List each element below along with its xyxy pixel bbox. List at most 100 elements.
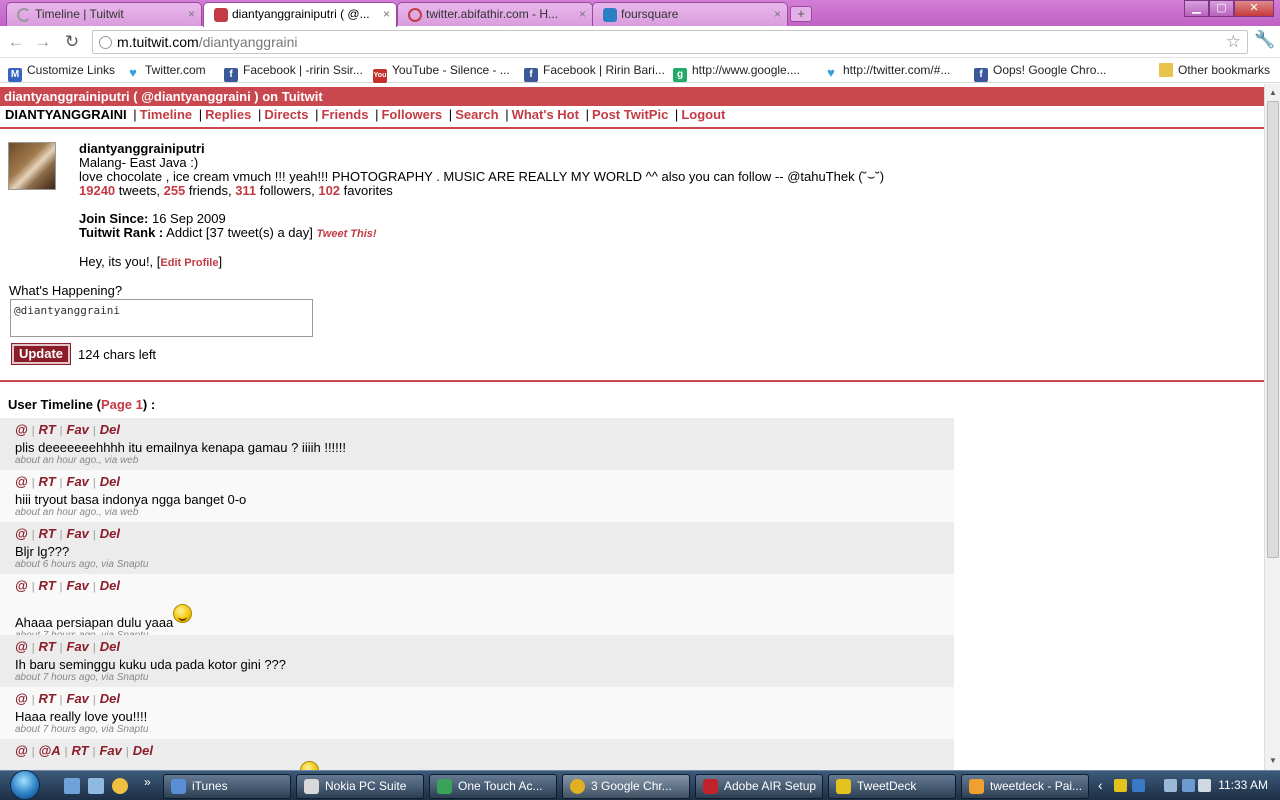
wrench-menu-icon[interactable]: 🔧 (1254, 30, 1275, 50)
scroll-down-arrow-icon[interactable]: ▼ (1265, 754, 1280, 768)
retweet-link[interactable]: RT (39, 578, 56, 593)
update-button[interactable]: Update (11, 343, 71, 365)
favorites-count[interactable]: 102 (318, 183, 340, 198)
nav-link-logout[interactable]: Logout (681, 107, 725, 122)
delete-link[interactable]: Del (133, 743, 153, 758)
page-info-icon[interactable] (99, 36, 112, 49)
favorite-link[interactable]: Fav (67, 474, 89, 489)
reload-icon[interactable]: ↻ (62, 32, 82, 52)
retweet-link[interactable]: RT (39, 474, 56, 489)
favorite-link[interactable]: Fav (67, 422, 89, 437)
nav-link-directs[interactable]: Directs (264, 107, 308, 122)
favorite-link[interactable]: Fav (67, 578, 89, 593)
delete-link[interactable]: Del (100, 691, 120, 706)
nav-link-search[interactable]: Search (455, 107, 498, 122)
scroll-up-arrow-icon[interactable]: ▲ (1265, 86, 1280, 100)
reply-all-link[interactable]: @A (39, 743, 61, 758)
explorer-icon[interactable] (88, 778, 104, 794)
edit-profile-link[interactable]: Edit Profile (160, 257, 218, 269)
browser-quicklaunch-icon[interactable] (112, 778, 128, 794)
followers-count[interactable]: 311 (235, 183, 256, 198)
close-window-button[interactable]: ✕ (1234, 0, 1274, 17)
bookmark-customize-links[interactable]: M Customize Links (8, 63, 115, 82)
maximize-button[interactable]: ▢ (1209, 0, 1234, 17)
scrollbar-thumb[interactable] (1267, 101, 1279, 558)
taskbar-item-paint[interactable]: tweetdeck - Pai... (961, 774, 1089, 799)
taskbar-item-tweetdeck[interactable]: TweetDeck (828, 774, 956, 799)
reply-link[interactable]: @ (15, 422, 28, 437)
delete-link[interactable]: Del (100, 639, 120, 654)
taskbar-item-google-chrome[interactable]: 3 Google Chr... (562, 774, 690, 799)
tab-twitter-abifathir[interactable]: twitter.abifathir.com - H... × (397, 2, 593, 26)
volume-icon[interactable] (1198, 779, 1211, 792)
tweet-this-link[interactable]: Tweet This! (316, 228, 376, 240)
retweet-link[interactable]: RT (39, 691, 56, 706)
delete-link[interactable]: Del (100, 578, 120, 593)
delete-link[interactable]: Del (100, 474, 120, 489)
bookmark-google[interactable]: g http://www.google.... (673, 63, 800, 82)
tweets-count[interactable]: 19240 (79, 183, 115, 198)
system-clock[interactable]: 11:33 AM (1218, 778, 1268, 792)
tab-diantyanggrainiputri[interactable]: diantyanggrainiputri ( @... × (203, 2, 397, 27)
close-tab-icon[interactable]: × (579, 3, 586, 25)
tab-timeline-tuitwit[interactable]: Timeline | Tuitwit × (6, 2, 202, 26)
taskbar-item-itunes[interactable]: iTunes (163, 774, 291, 799)
nav-link-whats-hot[interactable]: What's Hot (512, 107, 579, 122)
bookmark-youtube[interactable]: You YouTube - Silence - ... (373, 63, 510, 83)
retweet-link[interactable]: RT (39, 526, 56, 541)
reply-link[interactable]: @ (15, 691, 28, 706)
tray-bluetooth-icon[interactable] (1132, 779, 1145, 792)
bookmark-twitter-hash[interactable]: ♥ http://twitter.com/#... (824, 63, 950, 80)
address-bar[interactable]: m.tuitwit.com/diantyanggraini ☆ (92, 30, 1248, 54)
tweet-input[interactable] (10, 299, 313, 337)
forward-arrow-icon[interactable]: → (33, 32, 53, 52)
minimize-button[interactable]: ▁ (1184, 0, 1209, 17)
quick-launch-more-icon[interactable]: » (144, 775, 151, 789)
page-link[interactable]: Page 1 (101, 397, 143, 412)
favorite-link[interactable]: Fav (99, 743, 121, 758)
nav-link-replies[interactable]: Replies (205, 107, 251, 122)
close-tab-icon[interactable]: × (774, 3, 781, 25)
show-desktop-icon[interactable] (64, 778, 80, 794)
taskbar-item-adobe-air-setup[interactable]: Adobe AIR Setup (695, 774, 823, 799)
reply-link[interactable]: @ (15, 743, 28, 758)
friends-count[interactable]: 255 (164, 183, 186, 198)
address-url[interactable]: m.tuitwit.com/diantyanggraini (117, 34, 298, 50)
favorite-link[interactable]: Fav (67, 639, 89, 654)
retweet-link[interactable]: RT (71, 743, 88, 758)
taskbar-item-nokia-pc-suite[interactable]: Nokia PC Suite (296, 774, 424, 799)
tab-foursquare[interactable]: foursquare × (592, 2, 788, 26)
bookmark-facebook-ririn-ssir[interactable]: f Facebook | -ririn Ssir... (224, 63, 363, 82)
reply-link[interactable]: @ (15, 639, 28, 654)
favorite-link[interactable]: Fav (67, 526, 89, 541)
reply-link[interactable]: @ (15, 474, 28, 489)
nav-link-followers[interactable]: Followers (381, 107, 442, 122)
bookmark-twitter[interactable]: ♥ Twitter.com (126, 63, 206, 80)
close-tab-icon[interactable]: × (383, 3, 390, 25)
other-bookmarks[interactable]: Other bookmarks (1159, 63, 1270, 77)
new-tab-button[interactable]: + (790, 6, 812, 22)
close-tab-icon[interactable]: × (188, 3, 195, 25)
page-scrollbar[interactable]: ▲ ▼ (1264, 84, 1280, 770)
delete-link[interactable]: Del (100, 526, 120, 541)
nav-link-timeline[interactable]: Timeline (140, 107, 193, 122)
show-hidden-icons-arrow[interactable]: ‹ (1098, 777, 1103, 793)
favorite-link[interactable]: Fav (67, 691, 89, 706)
reply-link[interactable]: @ (15, 526, 28, 541)
bookmark-star-icon[interactable]: ☆ (1226, 32, 1241, 52)
start-button[interactable] (2, 768, 52, 800)
bookmark-facebook-ririn-bari[interactable]: f Facebook | Ririn Bari... (524, 63, 665, 82)
retweet-link[interactable]: RT (39, 422, 56, 437)
delete-link[interactable]: Del (100, 422, 120, 437)
nav-link-post-twitpic[interactable]: Post TwitPic (592, 107, 668, 122)
back-arrow-icon[interactable]: ← (6, 32, 26, 52)
network-icon[interactable] (1164, 779, 1177, 792)
reply-link[interactable]: @ (15, 578, 28, 593)
bookmark-oops-google-chrome[interactable]: f Oops! Google Chro... (974, 63, 1106, 82)
action-center-icon[interactable] (1182, 779, 1195, 792)
nav-link-friends[interactable]: Friends (322, 107, 369, 122)
taskbar-item-one-touch[interactable]: One Touch Ac... (429, 774, 557, 799)
tray-tweetdeck-icon[interactable] (1114, 779, 1127, 792)
avatar[interactable] (8, 142, 56, 190)
retweet-link[interactable]: RT (39, 639, 56, 654)
